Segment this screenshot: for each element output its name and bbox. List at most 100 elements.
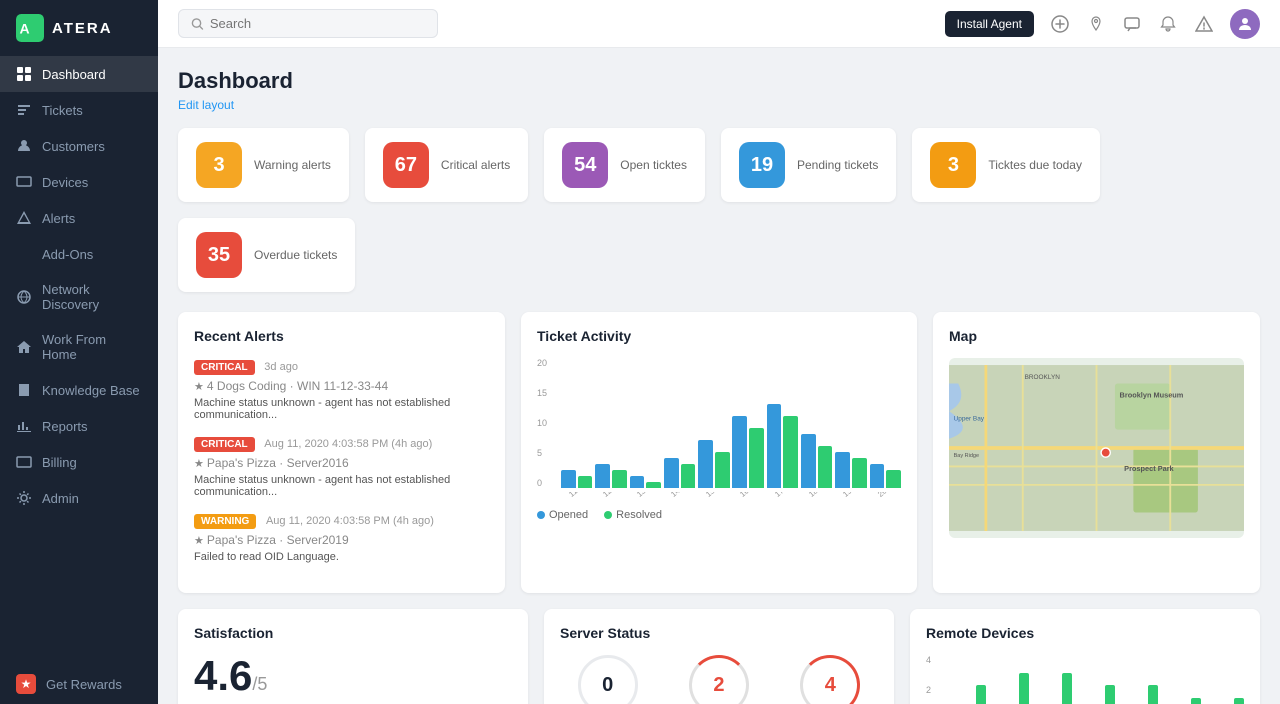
sidebar-item-work-from-home[interactable]: Work From Home bbox=[0, 322, 158, 372]
x-label-4: 15 Nov bbox=[704, 492, 729, 499]
legend-opened: Opened bbox=[537, 509, 588, 521]
dashboard-icon bbox=[16, 66, 32, 82]
remote-bar-group-4 bbox=[1118, 655, 1158, 704]
alerts-icon bbox=[16, 210, 32, 226]
reports-icon bbox=[16, 418, 32, 434]
alert-item-3: WARNING Aug 11, 2020 4:03:58 PM (4h ago)… bbox=[194, 512, 489, 563]
rewards-label: Get Rewards bbox=[46, 677, 122, 692]
pending-badge: 19 bbox=[739, 142, 785, 188]
svg-text:Upper Bay: Upper Bay bbox=[954, 415, 985, 422]
sidebar-label-tickets: Tickets bbox=[42, 103, 83, 118]
sidebar-label-alerts: Alerts bbox=[42, 211, 75, 226]
x-label-3: 14 Nov bbox=[669, 492, 694, 499]
alert-message-1: Machine status unknown - agent has not e… bbox=[194, 397, 489, 421]
sidebar-item-add-ons[interactable]: Add-Ons bbox=[0, 236, 158, 272]
logo-text: ATERA bbox=[52, 20, 113, 37]
bar-group-8 bbox=[835, 452, 866, 488]
logo-icon: A bbox=[16, 14, 44, 42]
remote-green-bar-5 bbox=[1191, 698, 1201, 704]
sidebar-item-tickets[interactable]: Tickets bbox=[0, 92, 158, 128]
x-label-2: 13 Nov bbox=[635, 492, 660, 499]
sidebar-item-alerts[interactable]: Alerts bbox=[0, 200, 158, 236]
sidebar-label-billing: Billing bbox=[42, 455, 77, 470]
sidebar-item-knowledge-base[interactable]: Knowledge Base bbox=[0, 372, 158, 408]
remote-bar-group-6 bbox=[1204, 655, 1244, 704]
logo: A ATERA bbox=[0, 0, 158, 56]
devices-icon bbox=[16, 174, 32, 190]
x-label-5: 16 Nov bbox=[738, 492, 763, 499]
edit-layout-link[interactable]: Edit layout bbox=[178, 98, 1260, 112]
sidebar-item-devices[interactable]: Devices bbox=[0, 164, 158, 200]
warning-label: Warning alerts bbox=[254, 157, 331, 174]
search-input[interactable] bbox=[210, 16, 425, 31]
bar-group-0 bbox=[561, 470, 592, 488]
location-icon[interactable] bbox=[1086, 14, 1106, 34]
sidebar-label-network-discovery: Network Discovery bbox=[42, 282, 142, 312]
svg-text:Prospect Park: Prospect Park bbox=[1124, 464, 1174, 473]
sidebar: A ATERA Dashboard Tickets Customers bbox=[0, 0, 158, 704]
recent-alerts-card: Recent Alerts CRITICAL 3d ago ★ 4 Dogs C… bbox=[178, 312, 505, 593]
alert-message-3: Failed to read OID Language. bbox=[194, 551, 489, 563]
sidebar-label-customers: Customers bbox=[42, 139, 105, 154]
server-item-availability: 4 Availability bbox=[783, 655, 878, 704]
chart-x-labels: 11 Nov12 Nov13 Nov14 Nov15 Nov16 Nov17 N… bbox=[561, 492, 901, 501]
stat-card-pending: 19 Pending tickets bbox=[721, 128, 896, 202]
sidebar-item-billing[interactable]: Billing bbox=[0, 444, 158, 480]
bar-group-1 bbox=[595, 464, 626, 488]
remote-bar-group-3 bbox=[1075, 655, 1115, 704]
work-from-home-icon bbox=[16, 339, 32, 355]
remote-green-bar-0 bbox=[976, 685, 986, 704]
install-agent-button[interactable]: Install Agent bbox=[945, 11, 1034, 37]
stat-card-overdue: 35 Overdue tickets bbox=[178, 218, 355, 292]
bottom-grid: Satisfaction 4.6/5 Quality of Support 4.… bbox=[178, 609, 1260, 704]
add-icon[interactable] bbox=[1050, 14, 1070, 34]
bar-opened-3 bbox=[664, 458, 679, 488]
x-label-6: 17 Nov bbox=[773, 492, 798, 499]
warning-icon[interactable] bbox=[1194, 14, 1214, 34]
satisfaction-title: Satisfaction bbox=[194, 625, 512, 641]
sidebar-item-reports[interactable]: Reports bbox=[0, 408, 158, 444]
bar-resolved-1 bbox=[612, 470, 627, 488]
remote-green-bar-1 bbox=[1019, 673, 1029, 704]
remote-bar-group-0 bbox=[946, 655, 986, 704]
alert-badge-critical-2: CRITICAL bbox=[194, 437, 255, 452]
sidebar-item-dashboard[interactable]: Dashboard bbox=[0, 56, 158, 92]
stat-cards: 3 Warning alerts 67 Critical alerts 54 O… bbox=[178, 128, 1260, 292]
server-grid: 0 Hardware 2 Disk 4 Availab bbox=[560, 655, 878, 704]
rewards-icon: ★ bbox=[16, 674, 36, 694]
sidebar-item-admin[interactable]: Admin bbox=[0, 480, 158, 516]
search-box[interactable] bbox=[178, 9, 438, 38]
sidebar-label-devices: Devices bbox=[42, 175, 88, 190]
bell-icon[interactable] bbox=[1158, 14, 1178, 34]
network-icon bbox=[16, 289, 32, 305]
alert-badge-warning-3: WARNING bbox=[194, 514, 256, 529]
svg-text:A: A bbox=[20, 20, 30, 36]
tickets-icon bbox=[16, 102, 32, 118]
bar-group-9 bbox=[870, 464, 901, 488]
bar-group-4 bbox=[698, 440, 729, 488]
overdue-badge: 35 bbox=[196, 232, 242, 278]
legend-dot-opened bbox=[537, 511, 545, 519]
warning-badge: 3 bbox=[196, 142, 242, 188]
chat-icon[interactable] bbox=[1122, 14, 1142, 34]
bar-resolved-5 bbox=[749, 428, 764, 488]
x-label-0: 11 Nov bbox=[567, 492, 592, 499]
sidebar-label-add-ons: Add-Ons bbox=[42, 247, 93, 262]
alert-server-3: Server2019 bbox=[287, 533, 349, 547]
user-avatar[interactable] bbox=[1230, 9, 1260, 39]
sidebar-label-work-from-home: Work From Home bbox=[42, 332, 142, 362]
add-ons-icon bbox=[16, 246, 32, 262]
topbar: Install Agent bbox=[158, 0, 1280, 48]
sidebar-item-get-rewards[interactable]: ★ Get Rewards bbox=[0, 664, 158, 704]
star-icon-3: ★ bbox=[194, 535, 207, 547]
bar-resolved-2 bbox=[646, 482, 661, 488]
page-title: Dashboard bbox=[178, 68, 1260, 94]
sidebar-label-reports: Reports bbox=[42, 419, 88, 434]
main-content: Install Agent Dashboard Edit layout bbox=[158, 0, 1280, 704]
pending-label: Pending tickets bbox=[797, 157, 878, 174]
critical-label: Critical alerts bbox=[441, 157, 510, 174]
bar-resolved-8 bbox=[852, 458, 867, 488]
alert-badge-critical-1: CRITICAL bbox=[194, 360, 255, 375]
sidebar-item-network-discovery[interactable]: Network Discovery bbox=[0, 272, 158, 322]
sidebar-item-customers[interactable]: Customers bbox=[0, 128, 158, 164]
